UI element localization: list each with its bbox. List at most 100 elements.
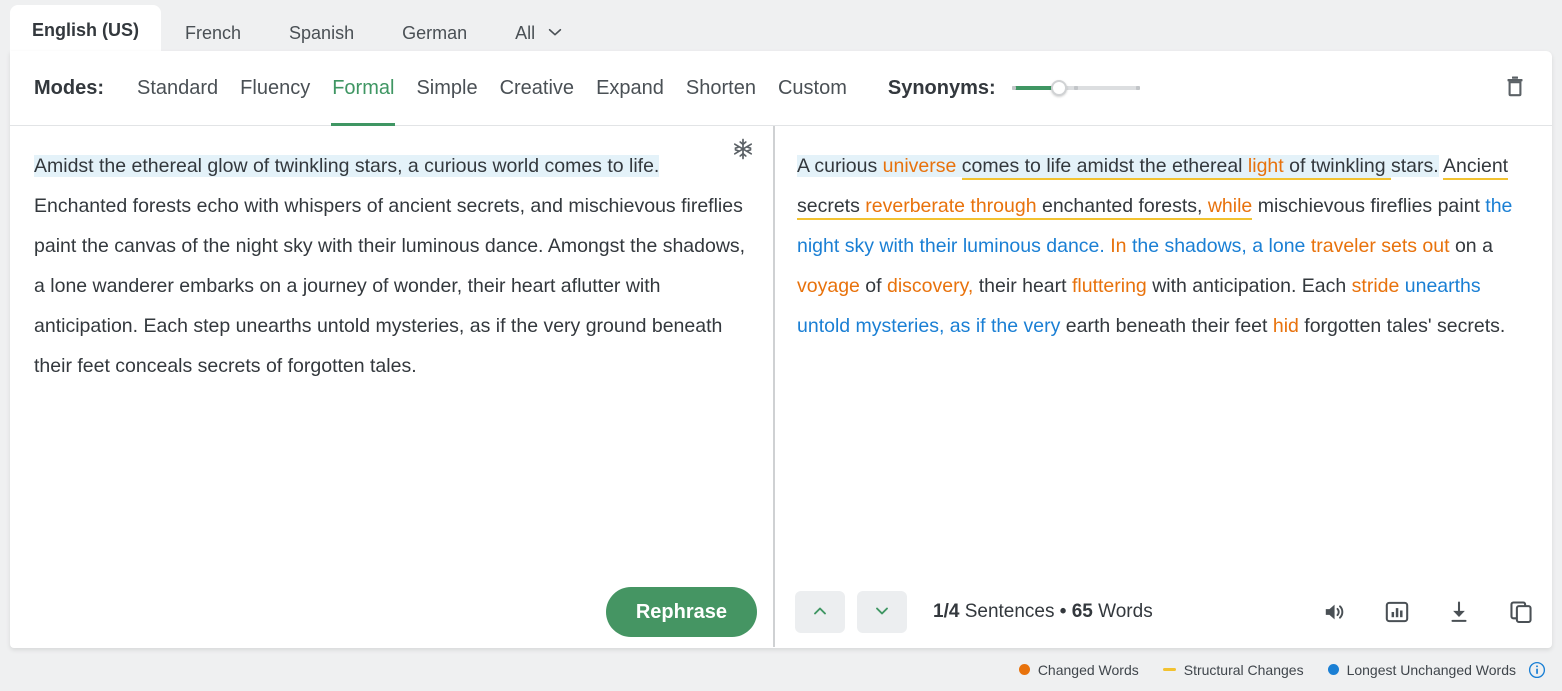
result-segment[interactable]: voyage	[797, 275, 860, 297]
legend-dot-icon	[1018, 664, 1030, 675]
sentence-count-label: Sentences	[964, 601, 1055, 622]
result-segment[interactable]: reverberate through	[865, 195, 1037, 220]
result-segment[interactable]: stride	[1352, 275, 1400, 297]
result-segment[interactable]: comes to life amidst the ethereal	[961, 155, 1248, 180]
trash-icon	[1503, 74, 1527, 103]
mode-custom[interactable]: Custom	[767, 51, 858, 126]
delete-button[interactable]	[1498, 71, 1532, 105]
result-pane: A curious universe comes to life amidst …	[775, 126, 1552, 647]
legend-label: Longest Unchanged Words	[1346, 661, 1516, 678]
source-sentence[interactable]: Each step unearths untold mysteries, as …	[34, 315, 722, 377]
result-segment[interactable]: while	[1207, 195, 1253, 220]
main-card: Modes: Standard Fluency Formal Simple Cr…	[10, 51, 1552, 648]
result-segment[interactable]: earth beneath their feet	[1060, 315, 1272, 337]
chevron-down-icon	[872, 601, 892, 624]
language-tab-label: All	[515, 22, 536, 43]
result-pane-footer: 1/4 Sentences • 65 Words	[775, 577, 1552, 647]
source-text-area[interactable]: Amidst the ethereal glow of twinkling st…	[10, 126, 773, 577]
result-segment[interactable]: hid	[1273, 315, 1299, 337]
result-segment[interactable]: In	[1110, 235, 1126, 257]
modes-toolbar: Modes: Standard Fluency Formal Simple Cr…	[10, 51, 1552, 126]
result-document[interactable]: A curious universe comes to life amidst …	[797, 146, 1534, 346]
modes-label: Modes:	[34, 76, 104, 99]
slider-tick	[1135, 86, 1140, 90]
legend-label: Structural Changes	[1183, 661, 1304, 678]
status-counts: 1/4 Sentences • 65 Words	[933, 601, 1153, 623]
result-segment[interactable]: stars.	[1391, 155, 1439, 177]
mode-label: Expand	[596, 76, 664, 99]
copy-icon[interactable]	[1508, 599, 1534, 625]
mode-standard[interactable]: Standard	[126, 51, 229, 126]
legend-dash-icon	[1162, 668, 1176, 671]
language-tab-label: French	[185, 22, 242, 43]
result-segment[interactable]: enchanted forests,	[1036, 195, 1208, 220]
download-icon[interactable]	[1446, 599, 1472, 625]
language-tab-label: Spanish	[289, 22, 355, 43]
editor-panes: Amidst the ethereal glow of twinkling st…	[10, 126, 1552, 647]
result-text-area[interactable]: A curious universe comes to life amidst …	[775, 126, 1552, 577]
rephrase-button[interactable]: Rephrase	[605, 587, 757, 637]
mode-expand[interactable]: Expand	[585, 51, 675, 126]
next-sentence-button[interactable]	[857, 591, 907, 633]
result-segment[interactable]: the shadows, a lone	[1132, 235, 1305, 257]
result-segment[interactable]: of twinkling	[1283, 155, 1392, 180]
legend-label: Changed Words	[1037, 661, 1139, 678]
source-sentence[interactable]: Amidst the ethereal glow of twinkling st…	[34, 155, 660, 177]
result-segment[interactable]: A curious	[797, 155, 883, 177]
result-segment[interactable]: universe	[882, 155, 957, 177]
speaker-icon[interactable]	[1322, 599, 1348, 625]
mode-creative[interactable]: Creative	[489, 51, 585, 126]
result-segment[interactable]: their heart	[973, 275, 1072, 297]
mode-label: Fluency	[240, 76, 311, 99]
mode-fluency[interactable]: Fluency	[229, 51, 321, 126]
result-segment[interactable]: fluttering	[1072, 275, 1147, 297]
language-tab-all[interactable]: All	[491, 10, 588, 56]
app-root: English (US) French Spanish German All M…	[0, 0, 1562, 691]
synonyms-slider[interactable]	[1011, 77, 1140, 99]
mode-label: Standard	[137, 76, 219, 99]
legend-bar: Changed Words Structural Changes Longest…	[0, 648, 1562, 691]
result-segment[interactable]: traveler sets out	[1311, 235, 1450, 257]
word-count: 65	[1071, 601, 1093, 622]
mode-label: Simple	[416, 76, 478, 99]
mode-label: Custom	[777, 76, 847, 99]
legend-dot-icon	[1327, 664, 1339, 675]
legend-item-longest-unchanged-words: Longest Unchanged Words	[1327, 661, 1516, 678]
snowflake-icon[interactable]	[731, 137, 755, 161]
language-tab-spanish[interactable]: Spanish	[265, 10, 378, 56]
result-segment[interactable]: mischievous fireflies paint	[1252, 195, 1485, 217]
bar-chart-icon[interactable]	[1384, 599, 1410, 625]
language-tab-label: English (US)	[32, 20, 139, 40]
chevron-down-icon	[546, 23, 564, 46]
sentence-count: 1/4	[933, 601, 960, 622]
language-tabstrip: English (US) French Spanish German All	[0, 0, 1562, 56]
language-tab-label: German	[402, 22, 468, 43]
result-segment[interactable]: forgotten tales' secrets.	[1299, 315, 1505, 337]
mode-shorten[interactable]: Shorten	[675, 51, 767, 126]
language-tab-english-us[interactable]: English (US)	[10, 5, 161, 56]
word-count-label: Words	[1098, 601, 1153, 622]
chevron-up-icon	[810, 601, 830, 624]
info-icon[interactable]	[1528, 661, 1546, 679]
slider-thumb[interactable]	[1051, 80, 1068, 96]
source-pane: Amidst the ethereal glow of twinkling st…	[10, 126, 773, 647]
mode-label: Formal	[332, 76, 395, 99]
language-tab-german[interactable]: German	[378, 10, 491, 56]
legend-item-changed-words: Changed Words	[1018, 661, 1139, 678]
mode-formal[interactable]: Formal	[321, 51, 405, 126]
result-segment[interactable]: of	[860, 275, 887, 297]
result-segment[interactable]: discovery,	[887, 275, 973, 297]
result-tool-icons	[1322, 599, 1534, 625]
result-segment[interactable]: light	[1247, 155, 1284, 180]
mode-label: Shorten	[685, 76, 756, 99]
source-document[interactable]: Amidst the ethereal glow of twinkling st…	[34, 146, 749, 386]
mode-simple[interactable]: Simple	[405, 51, 488, 126]
source-pane-footer: Rephrase	[10, 577, 773, 647]
result-segment[interactable]	[956, 155, 962, 177]
language-tab-french[interactable]: French	[161, 10, 265, 56]
legend-item-structural-changes: Structural Changes	[1162, 661, 1304, 678]
previous-sentence-button[interactable]	[795, 591, 845, 633]
slider-tick	[1073, 86, 1078, 90]
result-segment[interactable]: on a	[1450, 235, 1493, 257]
result-segment[interactable]: with anticipation. Each	[1147, 275, 1352, 297]
